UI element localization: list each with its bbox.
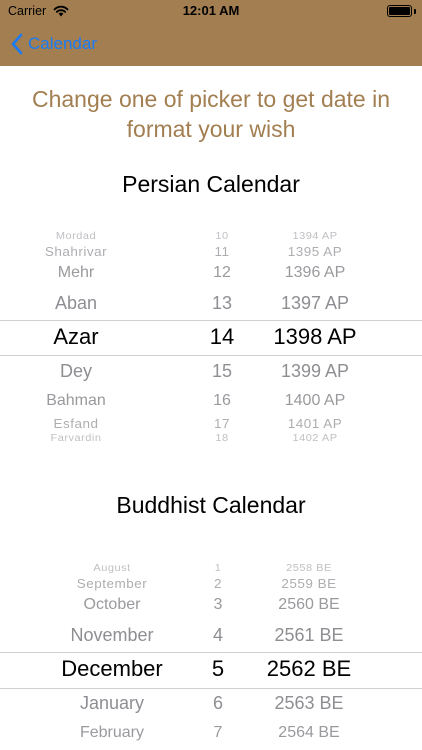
back-button-label: Calendar [28, 34, 97, 53]
picker-month-option[interactable]: September [77, 577, 148, 590]
picker-year-option[interactable]: 1398 AP [273, 325, 356, 348]
picker-year-option[interactable]: 1400 AP [285, 393, 346, 409]
status-time: 12:01 AM [182, 3, 240, 18]
persian-calendar-title: Persian Calendar [122, 171, 300, 197]
picker-day-option[interactable]: 17 [214, 417, 230, 430]
battery-icon [387, 5, 412, 17]
status-bar: Carrier 12:01 AM [0, 0, 422, 22]
picker-day-option[interactable]: 5 [212, 657, 224, 680]
picker-day-option[interactable]: 6 [213, 694, 223, 712]
picker-year-option[interactable]: 2560 BE [278, 597, 339, 613]
picker-month-option[interactable]: Esfand [53, 417, 98, 430]
picker-year-option[interactable]: 2559 BE [281, 577, 336, 590]
picker-day-option[interactable]: 11 [214, 245, 229, 258]
picker-year-option[interactable]: 2563 BE [274, 694, 343, 712]
picker-year-option[interactable]: 1397 AP [281, 294, 349, 312]
picker-day-option[interactable]: 16 [213, 393, 231, 409]
picker-year-option[interactable]: 1394 AP [292, 231, 337, 241]
picker-day-option[interactable]: 7 [214, 725, 223, 741]
picker-year-option[interactable]: 1399 AP [281, 362, 349, 380]
picker-month-option[interactable]: Mehr [58, 265, 94, 281]
picker-day-option[interactable]: 4 [213, 626, 223, 644]
picker-month-option[interactable]: Mordad [56, 231, 96, 241]
picker-day-option[interactable]: 14 [210, 325, 234, 348]
picker-selection-line-top [0, 652, 422, 653]
picker-day-option[interactable]: 13 [212, 294, 232, 312]
picker-day-option[interactable]: 10 [215, 231, 228, 241]
picker-selection-line-bottom [0, 355, 422, 356]
picker-month-option[interactable]: August [93, 563, 130, 573]
persian-date-picker[interactable]: Mordad 10 1394 AP Shahrivar 11 1395 AP Mehr 12 1… [0, 225, 422, 445]
picker-month-option[interactable]: November [70, 626, 153, 644]
instruction-text: Change one of picker to get date in form… [31, 86, 391, 142]
picker-day-option[interactable]: 1 [215, 563, 222, 573]
picker-day-option[interactable]: 18 [215, 433, 228, 443]
navigation-header: Carrier 12:01 AM Calendar [0, 0, 422, 66]
picker-month-option[interactable]: Azar [53, 325, 98, 348]
picker-selection-line-top [0, 320, 422, 321]
picker-year-option[interactable]: 1395 AP [288, 245, 343, 258]
picker-year-option[interactable]: 1396 AP [285, 265, 346, 281]
picker-year-option[interactable]: 1401 AP [288, 417, 343, 430]
picker-day-option[interactable]: 3 [214, 597, 223, 613]
picker-selection-line-bottom [0, 688, 422, 689]
battery-tip [414, 9, 416, 14]
picker-month-option[interactable]: January [80, 694, 144, 712]
picker-day-option[interactable]: 15 [212, 362, 232, 380]
picker-month-option[interactable]: October [84, 597, 141, 613]
picker-day-option[interactable]: 2 [214, 577, 222, 590]
chevron-left-icon [11, 33, 23, 55]
picker-month-option[interactable]: Aban [55, 294, 97, 312]
buddhist-date-picker[interactable]: August 1 2558 BE September 2 2559 BE October 3 2… [0, 560, 422, 750]
picker-month-option[interactable]: December [61, 657, 162, 680]
picker-month-option[interactable]: February [80, 725, 144, 741]
picker-year-option[interactable]: 2562 BE [267, 657, 351, 680]
picker-month-option[interactable]: Dey [60, 362, 92, 380]
back-button[interactable]: Calendar [10, 32, 97, 56]
picker-year-option[interactable]: 1402 AP [292, 433, 337, 443]
picker-month-option[interactable]: Farvardin [51, 433, 102, 443]
buddhist-calendar-title: Buddhist Calendar [116, 492, 306, 518]
picker-year-option[interactable]: 2558 BE [286, 563, 332, 573]
picker-year-option[interactable]: 2564 BE [278, 725, 339, 741]
picker-month-option[interactable]: Bahman [46, 393, 106, 409]
picker-year-option[interactable]: 2561 BE [274, 626, 343, 644]
picker-day-option[interactable]: 12 [213, 265, 231, 281]
picker-month-option[interactable]: Shahrivar [45, 245, 107, 258]
